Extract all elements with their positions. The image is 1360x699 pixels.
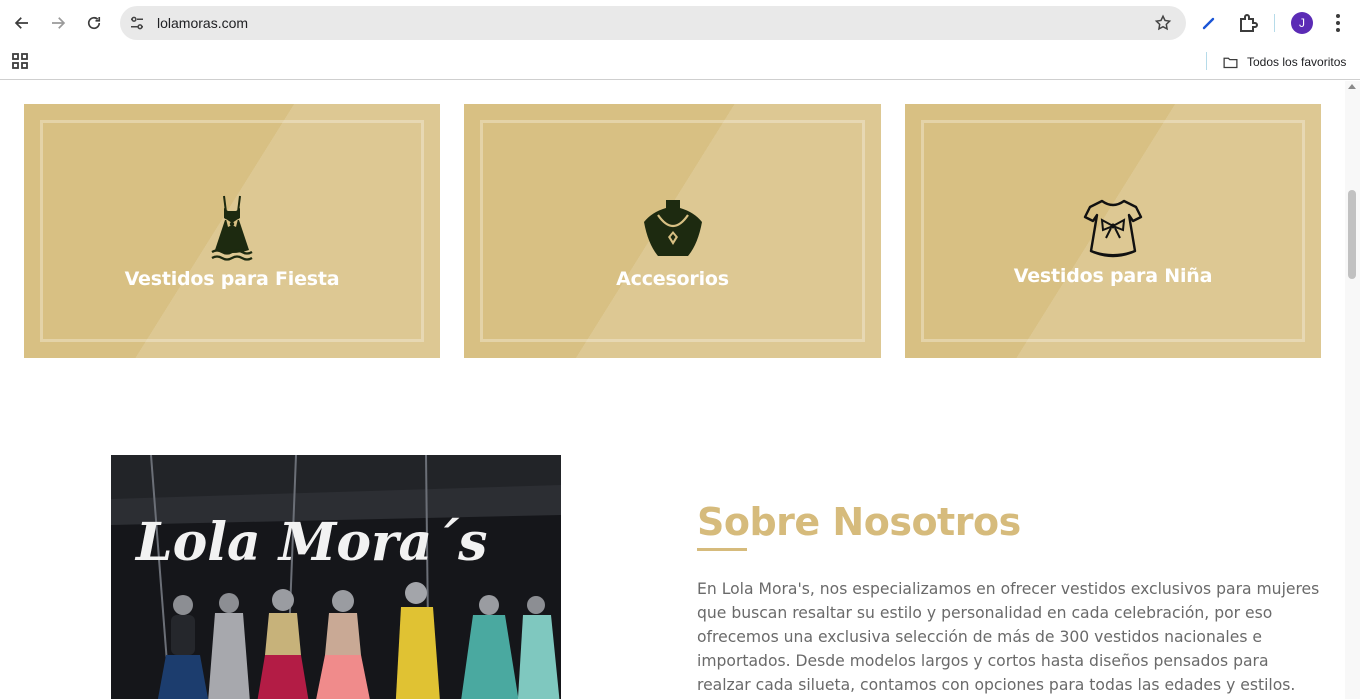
about-heading: Sobre Nosotros <box>697 500 1021 544</box>
profile-avatar[interactable]: J <box>1291 12 1313 34</box>
party-dress-icon <box>211 195 253 261</box>
bookmark-star-icon[interactable] <box>1154 14 1172 32</box>
category-title: Vestidos para Niña <box>1013 265 1213 287</box>
store-sign-text: Lola Mora´s <box>134 512 487 573</box>
scrollbar-thumb[interactable] <box>1348 190 1356 279</box>
necklace-bust-icon <box>643 200 702 256</box>
reload-button[interactable] <box>80 9 108 37</box>
reload-icon <box>87 16 101 30</box>
bookmarks-bar: Todos los favoritos <box>0 46 1360 80</box>
store-window-illustration: Lola Mora´s <box>111 455 561 699</box>
arrow-left-icon <box>14 17 28 29</box>
url-text[interactable]: lolamoras.com <box>157 15 248 31</box>
folder-icon <box>1223 57 1238 68</box>
back-button[interactable] <box>8 9 36 37</box>
arrow-right-icon <box>52 17 66 29</box>
store-photo: Lola Mora´s <box>111 455 561 699</box>
apps-grid-icon[interactable] <box>11 52 29 70</box>
category-title: Accesorios <box>616 268 729 290</box>
about-heading-underline <box>697 548 747 551</box>
category-card-vestidos-fiesta[interactable]: Vestidos para Fiesta <box>24 104 440 358</box>
more-menu-icon[interactable] <box>1326 11 1350 35</box>
extensions-puzzle-icon[interactable] <box>1236 11 1260 35</box>
address-bar[interactable]: lolamoras.com <box>120 6 1186 40</box>
all-bookmarks-label: Todos los favoritos <box>1247 55 1347 69</box>
bookmarks-separator <box>1206 52 1207 70</box>
site-settings-icon[interactable] <box>128 14 146 32</box>
scroll-up-arrow-icon[interactable] <box>1348 84 1356 89</box>
category-title: Vestidos para Fiesta <box>124 268 340 290</box>
browser-toolbar: lolamoras.com J <box>0 0 1360 46</box>
category-card-accesorios[interactable]: Accesorios <box>464 104 881 358</box>
girl-dress-icon <box>1083 199 1143 258</box>
toolbar-separator <box>1274 14 1275 32</box>
about-paragraph: En Lola Mora's, nos especializamos en of… <box>697 580 1320 694</box>
pen-extension-icon[interactable] <box>1202 14 1216 30</box>
all-bookmarks-folder[interactable]: Todos los favoritos <box>1222 52 1346 72</box>
forward-button[interactable] <box>44 9 72 37</box>
category-card-vestidos-nina[interactable]: Vestidos para Niña <box>905 104 1321 358</box>
page-viewport: Vestidos para Fiesta Accesorios Vestidos… <box>0 81 1360 699</box>
page-scrollbar[interactable] <box>1345 81 1360 699</box>
